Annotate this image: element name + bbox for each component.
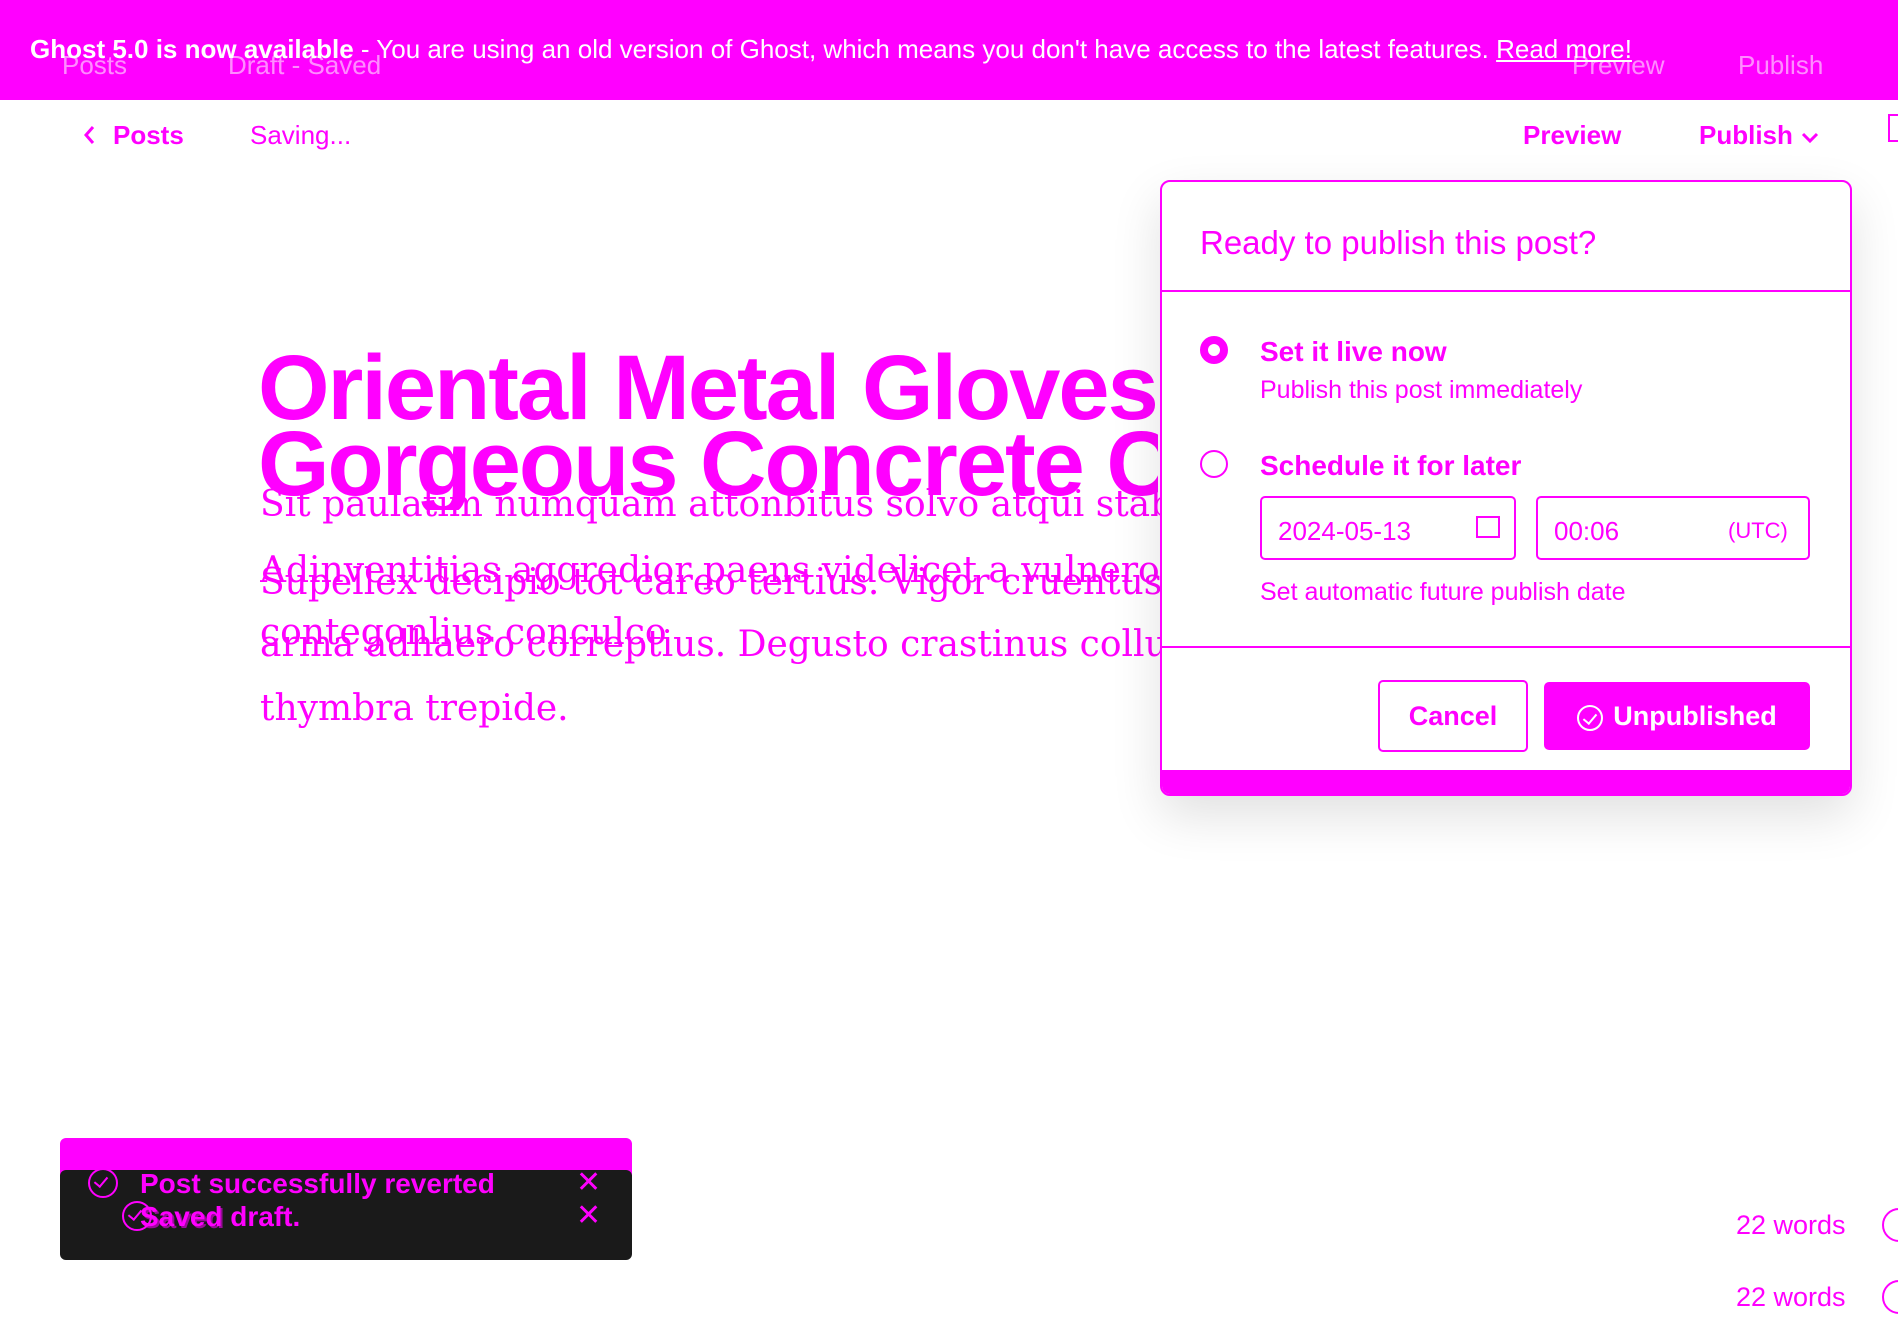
close-icon[interactable]: ✕: [576, 1168, 601, 1198]
word-count: 22 words: [1736, 1210, 1846, 1240]
check-circle-icon: [1577, 704, 1604, 731]
check-circle-icon: [88, 1168, 118, 1198]
chevron-left-icon: [82, 124, 96, 151]
save-status: Saving...: [250, 120, 352, 150]
radio-set-live-now[interactable]: [1200, 336, 1228, 364]
toast-reverted-text: Post successfully reverted: [140, 1168, 495, 1199]
close-icon[interactable]: ✕: [576, 1201, 601, 1231]
schedule-date-input[interactable]: 2024-05-13: [1260, 496, 1516, 560]
panel-divider-bottom: [1162, 646, 1850, 648]
preview-button[interactable]: Preview: [1523, 120, 1621, 151]
panel-divider-top: [1162, 290, 1850, 292]
option-now-subtitle: Publish this post immediately: [1260, 376, 1583, 404]
banner-headline: Ghost 5.0 is now available: [30, 34, 354, 64]
option-now-title[interactable]: Set it live now: [1260, 336, 1447, 368]
banner-read-more-link[interactable]: Read more!: [1496, 34, 1632, 64]
back-posts-label: Posts: [113, 120, 184, 150]
time-value: 00:06: [1554, 516, 1620, 546]
option-later-title[interactable]: Schedule it for later: [1260, 450, 1521, 482]
panel-header: Ready to publish this post?: [1200, 224, 1597, 261]
banner-body: - You are using an old version of Ghost,…: [353, 34, 1497, 64]
banner-message: Ghost 5.0 is now available - You are usi…: [30, 34, 1632, 65]
help-icon[interactable]: [1882, 1280, 1898, 1314]
settings-menu-icon[interactable]: [1888, 114, 1898, 142]
timezone-label: (UTC): [1728, 518, 1788, 543]
body-line-2b[interactable]: Supellex decipio tot careo tertius. Vigo…: [260, 562, 1160, 603]
calendar-icon: [1476, 516, 1500, 538]
help-icon[interactable]: [1882, 1208, 1898, 1242]
word-count-duplicate: 22 words: [1736, 1282, 1846, 1312]
unpublished-label: Unpublished: [1613, 701, 1777, 731]
cancel-button[interactable]: Cancel: [1378, 680, 1528, 752]
body-line-3b[interactable]: arma adhaero correptius. Degusto crastin…: [260, 624, 1160, 665]
publish-label: Publish: [1699, 120, 1793, 150]
toast-saved-ghost-text: Saved: [142, 1203, 225, 1234]
date-value: 2024-05-13: [1278, 516, 1411, 546]
schedule-time-input[interactable]: 00:06 (UTC): [1536, 496, 1810, 560]
publish-menu-button[interactable]: Publish: [1699, 120, 1819, 151]
panel-footer-bar: [1162, 770, 1850, 794]
ghost-publish: Publish: [1738, 50, 1824, 80]
unpublished-button[interactable]: Unpublished: [1544, 682, 1810, 750]
radio-schedule-later[interactable]: [1200, 450, 1228, 478]
chevron-down-icon: [1801, 131, 1819, 149]
body-line-4[interactable]: thymbra trepide.: [260, 688, 1160, 729]
option-later-subtitle: Set automatic future publish date: [1260, 578, 1626, 606]
publish-panel: Ready to publish this post? Set it live …: [1160, 180, 1852, 796]
